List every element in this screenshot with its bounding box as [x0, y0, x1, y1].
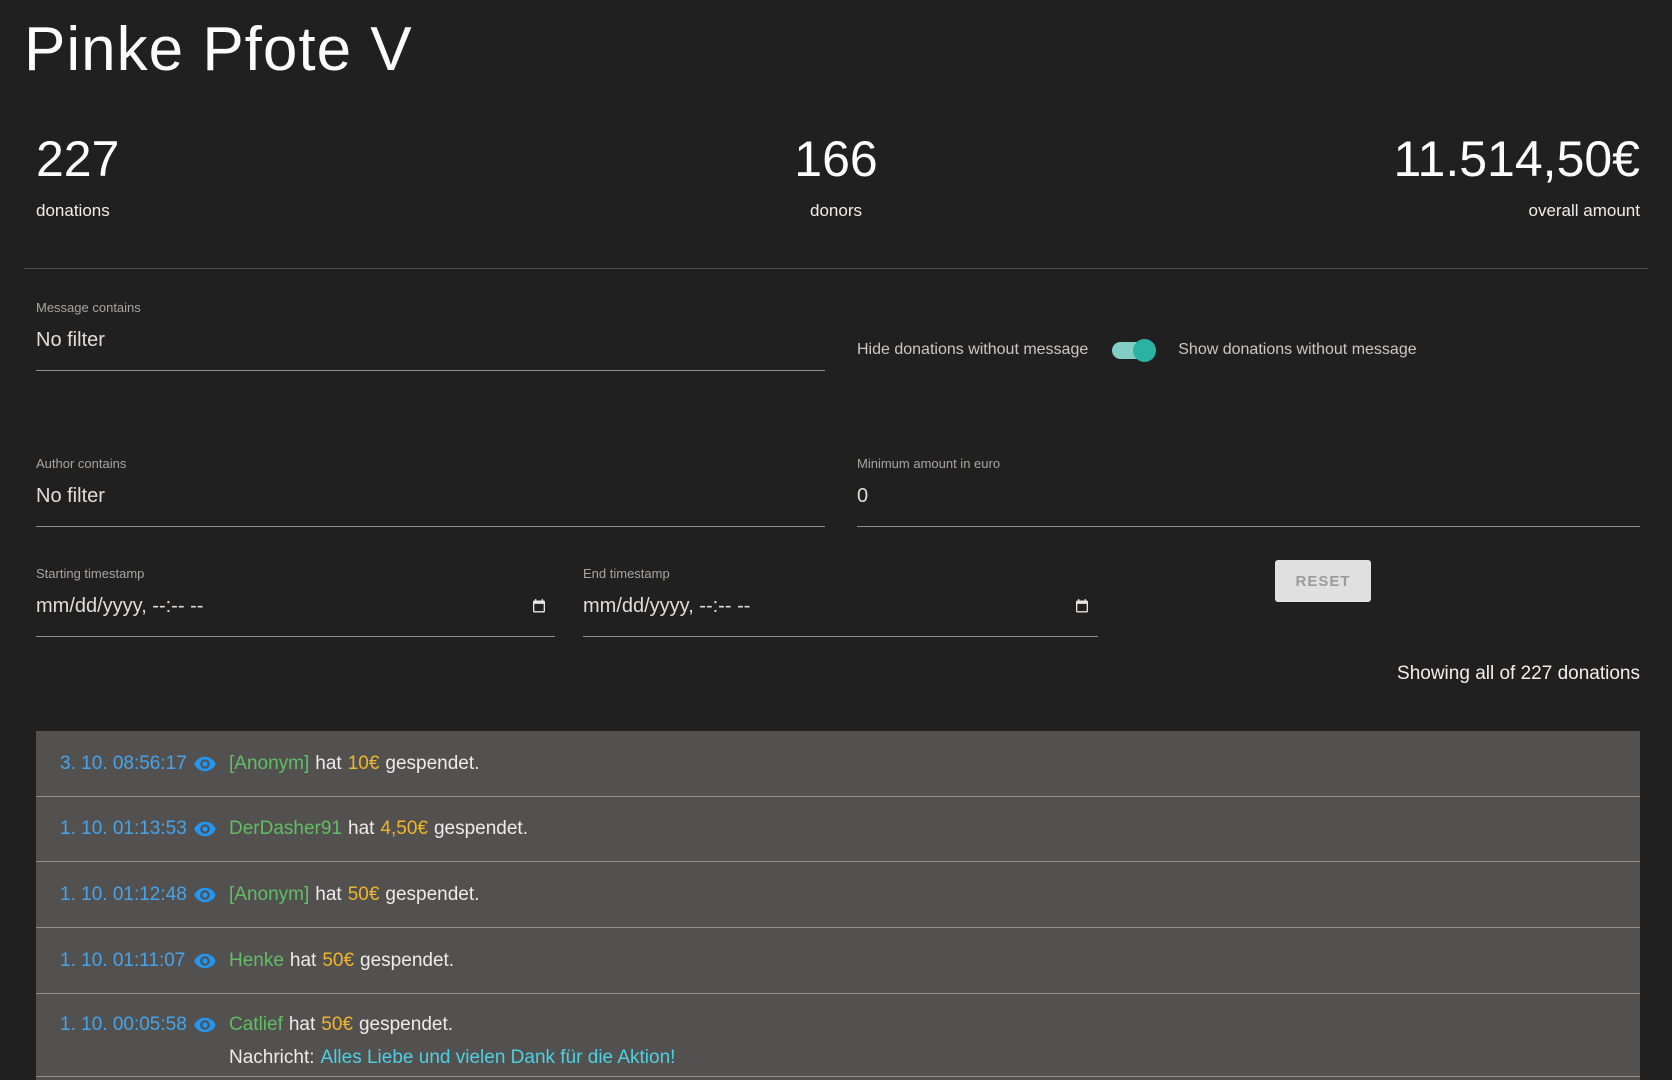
hat-text: hat	[290, 949, 316, 973]
donation-author: DerDasher91	[229, 817, 342, 841]
donation-list[interactable]: 3. 10. 08:56:17 [Anonym] hat 10€ gespend…	[36, 731, 1640, 1080]
author-filter-label: Author contains	[36, 456, 825, 472]
section-divider	[24, 268, 1648, 269]
gespendet-text: gespendet.	[385, 752, 479, 776]
donation-amount: 10€	[348, 752, 380, 776]
gespendet-text: gespendet.	[359, 1013, 453, 1037]
end-timestamp-label: End timestamp	[583, 566, 1098, 582]
stat-overall-amount-label: overall amount	[1393, 201, 1640, 221]
donation-row: 3. 10. 08:56:17 [Anonym] hat 10€ gespend…	[36, 731, 1640, 796]
reset-button[interactable]: RESET	[1275, 560, 1371, 602]
hat-text: hat	[315, 752, 341, 776]
donation-text: Henke hat 50€ gespendet.	[229, 949, 454, 973]
message-filter-input[interactable]	[36, 328, 825, 371]
hat-text: hat	[315, 883, 341, 907]
donation-author: [Anonym]	[229, 752, 309, 776]
donation-author: [Anonym]	[229, 883, 309, 907]
end-timestamp-field: End timestamp	[583, 566, 1098, 637]
message-label: Nachricht:	[229, 1046, 315, 1070]
results-summary: Showing all of 227 donations	[1397, 663, 1640, 685]
min-amount-label: Minimum amount in euro	[857, 456, 1640, 472]
gespendet-text: gespendet.	[360, 949, 454, 973]
toggle-right-label: Show donations without message	[1178, 341, 1416, 359]
calendar-icon[interactable]	[1074, 598, 1090, 615]
donation-text: Catlief hat 50€ gespendet. Nachricht: Al…	[229, 1013, 675, 1070]
donation-time: 1. 10. 01:12:48	[60, 883, 193, 907]
author-filter-field: Author contains	[36, 456, 825, 527]
donation-author: Henke	[229, 949, 284, 973]
donation-amount: 50€	[322, 949, 354, 973]
donation-row: 1. 10. 01:13:53 DerDasher91 hat 4,50€ ge…	[36, 796, 1640, 861]
donation-message-line: Nachricht: Alles Liebe und vielen Dank f…	[229, 1046, 675, 1070]
donation-text: DerDasher91 hat 4,50€ gespendet.	[229, 817, 528, 841]
visibility-eye-icon[interactable]	[193, 883, 217, 907]
donation-row: 1. 10. 00:05:58 Catlief hat 50€ gespende…	[36, 993, 1640, 1076]
end-timestamp-input[interactable]	[583, 594, 1098, 637]
toggle-left-label: Hide donations without message	[857, 341, 1088, 359]
min-amount-field: Minimum amount in euro	[857, 456, 1640, 527]
donation-row: 1. 10. 01:11:07 Henke hat 50€ gespendet.	[36, 927, 1640, 993]
switch-thumb	[1133, 339, 1156, 362]
message-filter-field: Message contains	[36, 300, 825, 371]
start-timestamp-label: Starting timestamp	[36, 566, 555, 582]
message-text: Alles Liebe und vielen Dank für die Akti…	[321, 1046, 676, 1070]
visibility-eye-icon[interactable]	[193, 817, 217, 841]
show-without-message-switch[interactable]	[1112, 342, 1154, 359]
donation-time: 3. 10. 08:56:17	[60, 752, 193, 776]
gespendet-text: gespendet.	[434, 817, 528, 841]
donation-text: [Anonym] hat 50€ gespendet.	[229, 883, 479, 907]
visibility-eye-icon[interactable]	[193, 949, 217, 973]
donation-time: 1. 10. 01:13:53	[60, 817, 193, 841]
stat-overall-amount-value: 11.514,50€	[1393, 128, 1640, 191]
donation-time: 1. 10. 01:11:07	[60, 949, 193, 973]
message-visibility-toggle-row: Hide donations without message Show dona…	[857, 336, 1417, 364]
donation-row-partial	[36, 1076, 1640, 1080]
start-timestamp-input[interactable]	[36, 594, 555, 637]
donation-amount: 50€	[348, 883, 380, 907]
donation-author: Catlief	[229, 1013, 283, 1037]
donation-tracker-page: Pinke Pfote V 227 donations 166 donors 1…	[0, 0, 1672, 1080]
hat-text: hat	[348, 817, 374, 841]
message-filter-label: Message contains	[36, 300, 825, 316]
hat-text: hat	[289, 1013, 315, 1037]
stat-overall-amount: 11.514,50€ overall amount	[1393, 128, 1640, 221]
donation-row: 1. 10. 01:12:48 [Anonym] hat 50€ gespend…	[36, 861, 1640, 927]
start-timestamp-field: Starting timestamp	[36, 566, 555, 637]
author-filter-input[interactable]	[36, 484, 825, 527]
page-title: Pinke Pfote V	[24, 14, 413, 85]
donation-time: 1. 10. 00:05:58	[60, 1013, 193, 1037]
visibility-eye-icon[interactable]	[193, 752, 217, 776]
visibility-eye-icon[interactable]	[193, 1013, 217, 1037]
gespendet-text: gespendet.	[385, 883, 479, 907]
min-amount-input[interactable]	[857, 484, 1640, 527]
donation-amount: 50€	[321, 1013, 353, 1037]
calendar-icon[interactable]	[531, 598, 547, 615]
donation-amount: 4,50€	[380, 817, 428, 841]
donation-text: [Anonym] hat 10€ gespendet.	[229, 752, 479, 776]
